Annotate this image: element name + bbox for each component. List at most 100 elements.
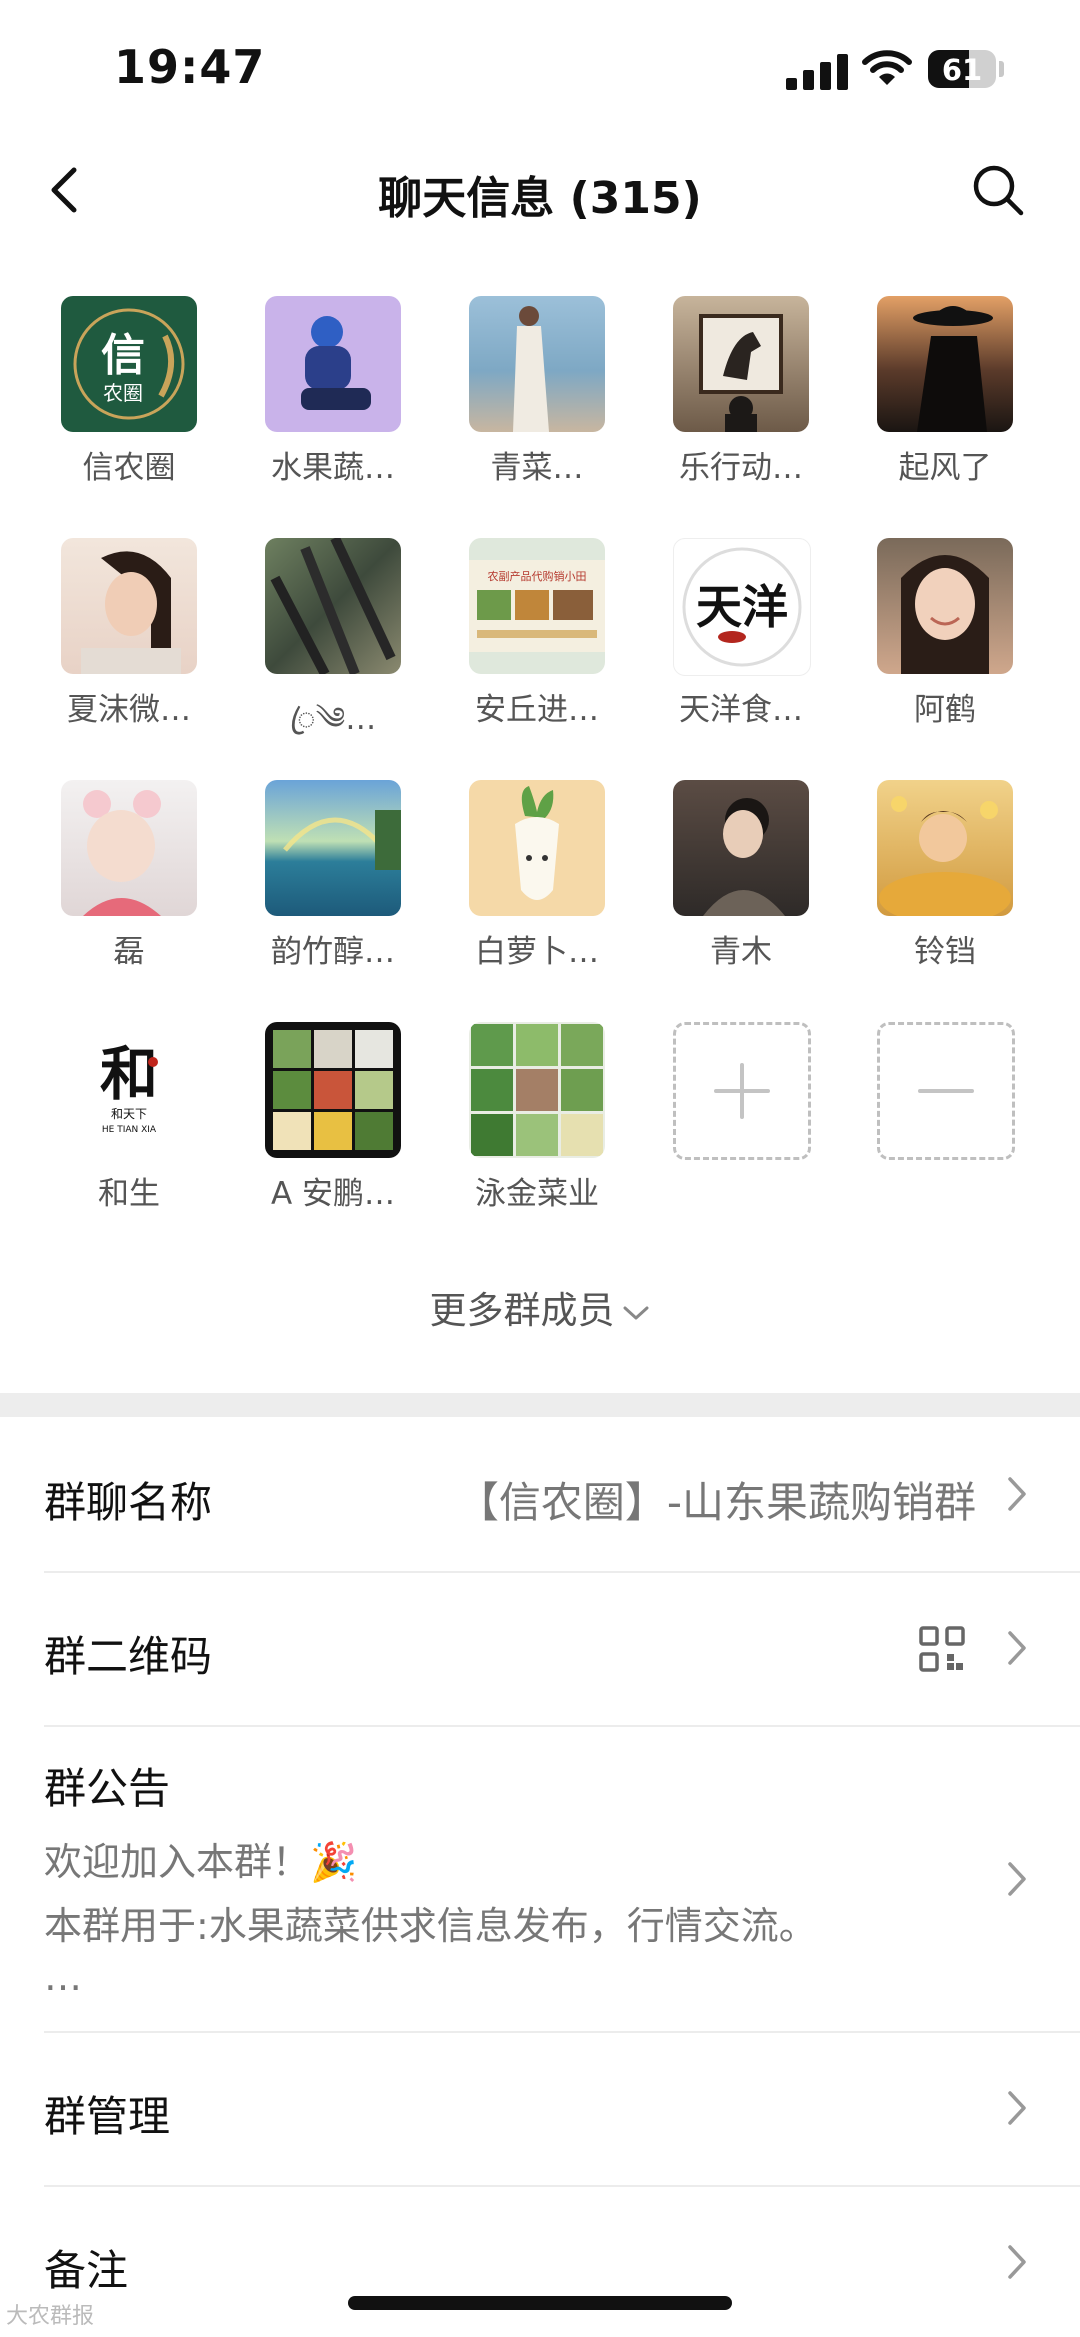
search-icon[interactable] [970,162,1026,218]
member-item[interactable]: A 安鹏… [262,1022,404,1242]
qr-code-icon [919,1626,965,1672]
remove-member-button[interactable] [874,1022,1016,1242]
member-name: 白萝卜… [475,934,599,970]
member-item[interactable]: 青菜… [466,296,608,516]
avatar [61,538,197,674]
chevron-right-icon [1008,1862,1026,1896]
member-item[interactable]: 白萝卜… [466,780,608,1000]
chevron-right-icon [1008,1631,1026,1665]
svg-text:农圈: 农圈 [103,381,143,405]
member-item[interactable]: 青木 [670,780,812,1000]
group-notice-line2: 本群用于:水果蔬菜供求信息发布，行情交流。 [44,1904,817,1948]
member-item[interactable]: 起风了 [874,296,1016,516]
remark-row[interactable]: 备注 [44,2185,1080,2337]
member-item[interactable]: 铃铛 [874,780,1016,1000]
member-name: 和生 [98,1176,160,1212]
avatar [673,780,809,916]
svg-text:信: 信 [101,330,145,381]
group-name-value: 【信农圈】-山东果蔬购销群 [456,1478,976,1527]
avatar [265,296,401,432]
avatar [61,780,197,916]
member-name: 起风了 [898,450,992,486]
battery-icon: 61 [928,50,996,88]
nav-bar: 聊天信息 (315) [0,140,1080,240]
member-item[interactable]: 乐行动… [670,296,812,516]
avatar: 信 农圈 [61,296,197,432]
avatar [877,780,1013,916]
member-name: 青菜… [490,450,584,486]
avatar [469,1022,605,1158]
group-notice-row[interactable]: 群公告 欢迎加入本群！🎉 本群用于:水果蔬菜供求信息发布，行情交流。 … [44,1725,1080,2033]
home-indicator[interactable] [348,2296,732,2310]
avatar [673,296,809,432]
member-name: 阿鹤 [914,692,976,728]
member-name: 水果蔬… [271,450,395,486]
chevron-right-icon [1008,2245,1026,2279]
chevron-right-icon [1008,2091,1026,2125]
battery-percent: 61 [941,53,983,87]
member-item[interactable]: 泳金菜业 [466,1022,608,1242]
member-item[interactable]: 天洋 天洋食… [670,538,812,758]
status-time: 19:47 [114,40,266,94]
avatar [877,296,1013,432]
member-item[interactable]: 阿鹤 [874,538,1016,758]
member-name: 乐行动… [679,450,803,486]
avatar: 天洋 [673,538,811,676]
member-item[interactable]: 水果蔬… [262,296,404,516]
group-name-row[interactable]: 群聊名称 【信农圈】-山东果蔬购销群 [44,1417,1080,1573]
avatar: 和 和天下 HE TIAN XIA [61,1022,197,1158]
svg-text:天洋: 天洋 [696,580,788,634]
group-notice-line1: 欢迎加入本群！🎉 [44,1840,358,1884]
svg-text:农副产品代购销小田: 农副产品代购销小田 [488,569,587,583]
member-item[interactable]: 夏沫微… [58,538,200,758]
member-name: 天洋食… [679,692,803,728]
qr-code-label: 群二维码 [44,1632,213,1681]
more-members-label: 更多群成员 [429,1289,615,1332]
qr-code-row[interactable]: 群二维码 [44,1571,1080,1727]
avatar [265,1022,401,1158]
member-name: 韵竹醇… [271,934,395,970]
svg-text:和: 和 [100,1040,158,1108]
member-name: 泳金菜业 [475,1176,599,1212]
section-divider [0,1393,1080,1417]
avatar [265,538,401,674]
remark-label: 备注 [44,2246,129,2295]
chevron-down-icon [623,1306,648,1319]
member-item[interactable]: 和 和天下 HE TIAN XIA 和生 [58,1022,200,1242]
member-name: ꦿ༄… [289,701,377,737]
avatar [469,296,605,432]
member-item[interactable]: 磊 [58,780,200,1000]
watermark: 大农群报 [6,2304,95,2329]
group-notice-label: 群公告 [44,1764,171,1813]
page-title: 聊天信息 (315) [378,173,702,224]
member-item[interactable]: 农副产品代购销小田 安丘进… [466,538,608,758]
plus-icon [714,1063,770,1119]
member-item[interactable]: 韵竹醇… [262,780,404,1000]
member-name: A 安鹏… [270,1176,396,1212]
member-name: 磊 [113,934,145,970]
more-members-link[interactable]: 更多群成员 [0,1280,1080,1334]
avatar [469,780,605,916]
member-name: 安丘进… [475,692,599,728]
avatar [877,538,1013,674]
member-name: 青木 [710,934,772,970]
battery-tip [999,61,1004,77]
wifi-icon [862,50,912,85]
member-name: 铃铛 [914,934,976,970]
member-name: 信农圈 [82,450,176,486]
add-member-button[interactable] [670,1022,812,1242]
member-item[interactable]: ꦿ༄… [262,538,404,758]
svg-text:和天下: 和天下 [111,1107,147,1121]
group-manage-label: 群管理 [44,2092,171,2141]
group-notice-more: … [44,1955,82,1999]
svg-text:HE TIAN XIA: HE TIAN XIA [102,1125,157,1135]
avatar [265,780,401,916]
signal-icon [786,52,848,90]
remove-member-box[interactable] [877,1022,1015,1160]
avatar: 农副产品代购销小田 [469,538,605,674]
minus-icon [918,1089,974,1093]
member-item[interactable]: 信 农圈 信农圈 [58,296,200,516]
group-name-label: 群聊名称 [44,1478,213,1527]
add-member-box[interactable] [673,1022,811,1160]
group-manage-row[interactable]: 群管理 [44,2031,1080,2187]
